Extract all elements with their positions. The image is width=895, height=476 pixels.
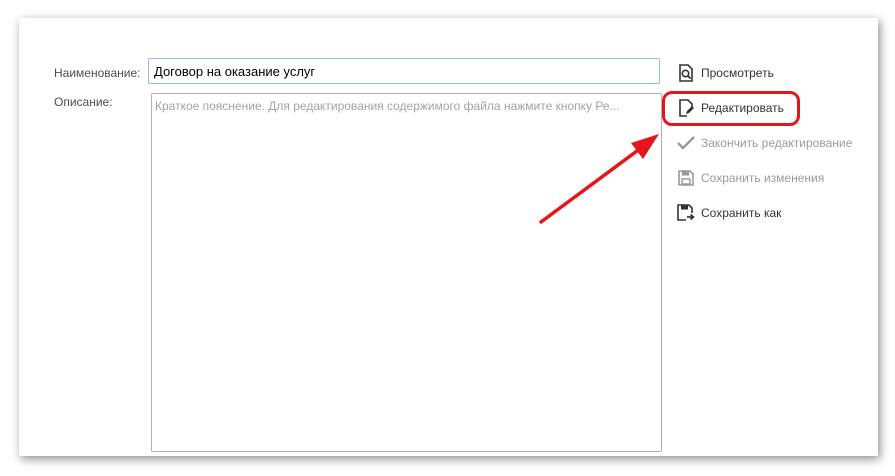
annotation-arrow xyxy=(539,134,659,224)
file-card-window: Наименование: Договор на оказание услуг … xyxy=(19,18,878,456)
